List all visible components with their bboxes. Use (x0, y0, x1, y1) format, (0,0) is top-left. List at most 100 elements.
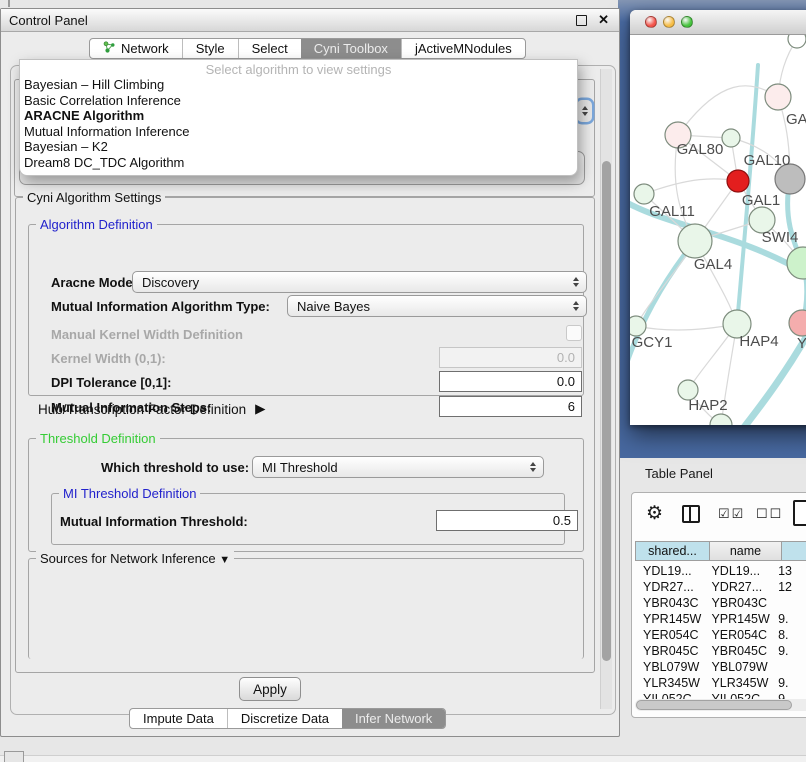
network-node-salmon-node[interactable] (789, 310, 806, 336)
column-header-name[interactable]: name (709, 541, 782, 561)
tab-label: Impute Data (143, 711, 214, 726)
scrollbar-thumb[interactable] (602, 161, 611, 661)
combo-value: MI Threshold (262, 460, 338, 475)
split-columns-icon[interactable] (682, 505, 700, 523)
table-row[interactable]: YLR345WYLR345W9. (636, 675, 806, 691)
network-node-label: GAL80 (677, 141, 724, 158)
content-vertical-scrollbar[interactable] (600, 69, 612, 709)
mi-threshold-definition-group: MI Threshold Definition Mutual Informati… (51, 493, 565, 545)
gear-icon[interactable]: ⚙ (646, 504, 663, 523)
algorithm-option-basic-correlation-inference[interactable]: Basic Correlation Inference (20, 93, 577, 109)
table-row[interactable]: YDR27...YDR27...12 (636, 579, 806, 595)
tab-label: Style (196, 41, 225, 56)
mi-threshold-field[interactable]: 0.5 (436, 510, 578, 531)
algorithm-option-dream8-dc-tdc-algorithm[interactable]: Dream8 DC_TDC Algorithm (20, 155, 577, 171)
kernel-width-field: 0.0 (439, 347, 582, 368)
scrollbar-thumb[interactable] (636, 700, 792, 710)
table-cell: YDR27... (704, 579, 771, 595)
table-cell: YDL19... (704, 563, 771, 579)
table-row[interactable]: YBR043CYBR043C (636, 595, 806, 611)
algorithm-option-bayesian-hill-climbing[interactable]: Bayesian – Hill Climbing (20, 77, 577, 93)
up-arrow-icon (582, 106, 588, 110)
network-node-label: Y (797, 335, 806, 352)
network-window-titlebar[interactable] (630, 10, 806, 35)
mi-steps-field[interactable]: 6 (439, 396, 582, 417)
network-node-bottom-partial[interactable] (710, 414, 732, 425)
group-title: MI Threshold Definition (59, 486, 200, 501)
network-node-SWI4[interactable] (787, 247, 806, 279)
tab-style[interactable]: Style (182, 39, 238, 58)
table-cell: YLR345W (636, 675, 704, 691)
network-node-GAL10[interactable] (722, 129, 740, 147)
tab-label: Discretize Data (241, 711, 329, 726)
close-icon[interactable]: ✕ (598, 12, 609, 28)
algorithm-option-aracne-algorithm[interactable]: ARACNE Algorithm (20, 108, 577, 124)
tab-select[interactable]: Select (238, 39, 301, 58)
network-edge (678, 86, 778, 135)
cyni-algorithm-settings-group: Cyni Algorithm Settings Algorithm Defini… (15, 197, 595, 673)
network-node-GAL11[interactable] (634, 184, 654, 204)
table-row[interactable]: YBL079WYBL079W (636, 659, 806, 675)
network-node-GCY1[interactable] (630, 316, 646, 336)
tab-network[interactable]: Network (90, 39, 182, 58)
network-node-GAL4[interactable] (678, 224, 712, 258)
combo-value: Naive Bayes (297, 299, 370, 314)
float-window-icon[interactable] (576, 15, 587, 26)
table-row[interactable]: YDL19...YDL19...13 (636, 563, 806, 579)
table-cell (771, 595, 806, 611)
dpi-tolerance-label: DPI Tolerance [0,1]: (51, 375, 171, 390)
network-node-red-node[interactable] (727, 170, 749, 192)
table-row[interactable]: YPR145WYPR145W9. (636, 611, 806, 627)
tab-discretize-data[interactable]: Discretize Data (227, 709, 342, 728)
new-table-icon[interactable] (793, 500, 806, 526)
kernel-width-label: Kernel Width (0,1): (51, 351, 166, 366)
mi-algorithm-type-combo[interactable]: Naive Bayes (287, 295, 587, 317)
network-node-label: GCY1 (632, 334, 673, 351)
combo-stepper-icon (573, 301, 579, 311)
mac-close-button[interactable] (645, 16, 657, 28)
cyni-bottom-tabs: Impute Data Discretize Data Infer Network (129, 708, 446, 729)
threshold-definition-group: Threshold Definition Which threshold to … (28, 438, 584, 552)
aracne-mode-label: Aracne Mode: (51, 275, 137, 290)
table-row[interactable]: YER054CYER054C8. (636, 627, 806, 643)
tab-infer-network[interactable]: Infer Network (342, 709, 445, 728)
mac-zoom-button[interactable] (681, 16, 693, 28)
dpi-tolerance-field[interactable]: 0.0 (439, 371, 582, 392)
network-canvas[interactable]: GAL7GAL80GAL10GAL1GAL11SWI4GAL4GCY1HAP4Y… (630, 35, 806, 425)
expand-arrow-icon: ▶ (255, 401, 265, 417)
network-node-GAL7[interactable] (765, 84, 791, 110)
network-node-top-partial[interactable] (788, 35, 806, 48)
table-header-row: shared...nameA (636, 541, 806, 561)
tab-impute-data[interactable]: Impute Data (130, 709, 227, 728)
panel-divider (8, 0, 10, 7)
select-all-checkboxes-icon[interactable]: ☑☑ (718, 506, 745, 522)
control-panel-titlebar[interactable]: Control Panel ✕ (1, 9, 619, 32)
table-panel: ⚙ ☑☑ ☐☐ shared...nameA YDL19...YDL19...1… (631, 492, 806, 718)
algorithm-option-mutual-information-inference[interactable]: Mutual Information Inference (20, 124, 577, 140)
tab-label: jActiveMNodules (415, 41, 512, 56)
algorithm-option-bayesian-k2[interactable]: Bayesian – K2 (20, 139, 577, 155)
bottom-left-widget[interactable] (4, 751, 24, 762)
deselect-all-checkboxes-icon[interactable]: ☐☐ (756, 506, 783, 522)
table-row[interactable]: YBR045CYBR045C9. (636, 643, 806, 659)
table-cell: YBR045C (636, 643, 704, 659)
column-header-shared[interactable]: shared... (635, 541, 710, 561)
tab-cyni-toolbox[interactable]: Cyni Toolbox (301, 39, 401, 58)
aracne-mode-combo[interactable]: Discovery (132, 271, 587, 293)
mac-minimize-button[interactable] (663, 16, 675, 28)
which-threshold-combo[interactable]: MI Threshold (252, 456, 544, 478)
apply-button[interactable]: Apply (239, 677, 301, 701)
column-header-a[interactable]: A (781, 541, 806, 561)
sources-disclosure[interactable]: Sources for Network Inference ▼ (36, 551, 234, 566)
network-edge (636, 324, 737, 330)
tab-jactivemnodules[interactable]: jActiveMNodules (401, 39, 525, 58)
table-cell: YER054C (704, 627, 771, 643)
table-horizontal-scrollbar[interactable] (635, 699, 806, 711)
hub-tf-disclosure[interactable]: Hub/Transcription Factor Definition ▶ (38, 401, 265, 417)
table-cell: YDR27... (636, 579, 704, 595)
tab-label: Cyni Toolbox (314, 41, 388, 56)
group-title: Algorithm Definition (36, 217, 157, 232)
hidden-combo-stepper (577, 100, 592, 122)
hub-tf-label: Hub/Transcription Factor Definition (38, 402, 246, 417)
manual-kernel-label: Manual Kernel Width Definition (51, 327, 243, 342)
